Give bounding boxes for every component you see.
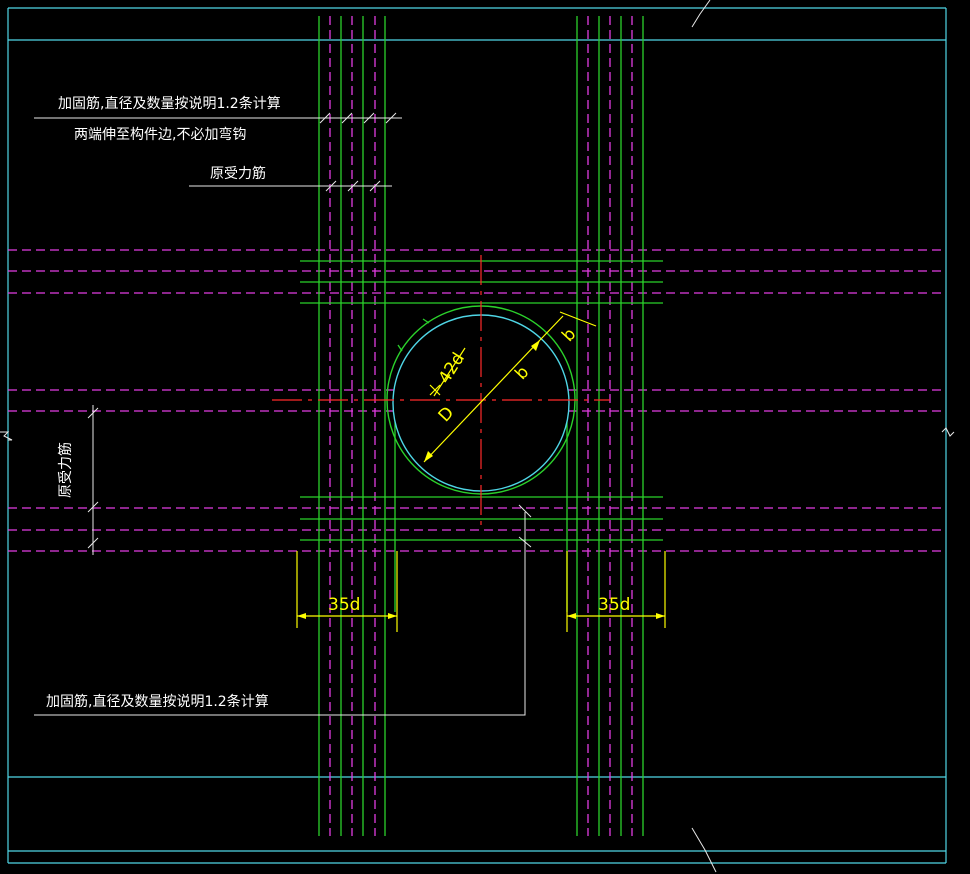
top-note-line1: 加固筋,直径及数量按说明1.2条计算 [58, 95, 281, 112]
left-span-label: 35d [328, 595, 360, 615]
right-35d-dimension [566, 551, 666, 632]
original-rebar-top-label: 原受力筋 [210, 165, 266, 182]
reinforcement-drawing: 42d D b b 35d 35d 加固筋,直径及数量按说明1.2条计算 两端伸… [0, 0, 955, 873]
top-note-line2: 两端伸至构件边,不必加弯钩 [74, 126, 246, 143]
bottom-note: 加固筋,直径及数量按说明1.2条计算 [46, 693, 269, 710]
left-35d-dimension [296, 551, 398, 632]
right-span-label: 35d [598, 595, 630, 615]
circular-opening [272, 255, 610, 530]
original-rebar-left-label: 原受力筋 [57, 442, 74, 498]
